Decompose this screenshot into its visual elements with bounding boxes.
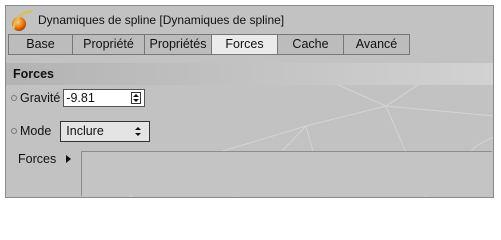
gravity-input[interactable]: -9.81 xyxy=(63,89,146,107)
animate-bullet-icon[interactable] xyxy=(11,128,17,134)
section-header-forces: Forces xyxy=(6,63,493,85)
gravity-label: Gravité xyxy=(20,91,61,105)
tab-cache[interactable]: Cache xyxy=(277,34,344,55)
tab-avance[interactable]: Avancé xyxy=(343,34,410,55)
tab-bar: Base Propriété Propriétés Forces Cache A… xyxy=(8,34,491,55)
forces-list-box[interactable] xyxy=(81,151,492,196)
attribute-panel: Dynamiques de spline [Dynamiques de spli… xyxy=(5,5,494,198)
forces-list-label: Forces xyxy=(18,152,57,166)
gravity-row: Gravité -9.81 xyxy=(6,87,146,109)
tab-base[interactable]: Base xyxy=(8,34,73,55)
window-title: Dynamiques de spline [Dynamiques de spli… xyxy=(38,13,285,27)
mode-value: Inclure xyxy=(66,123,104,138)
spinner-arrows-icon[interactable] xyxy=(131,92,142,104)
animate-bullet-icon[interactable] xyxy=(11,95,17,101)
tab-propriete[interactable]: Propriété xyxy=(72,34,145,55)
title-bar: Dynamiques de spline [Dynamiques de spli… xyxy=(6,6,493,34)
triangle-right-icon[interactable] xyxy=(66,155,72,163)
spline-dynamics-icon xyxy=(11,9,34,31)
tab-proprietes[interactable]: Propriétés xyxy=(144,34,212,55)
tab-forces[interactable]: Forces xyxy=(211,34,278,55)
gravity-value: -9.81 xyxy=(66,91,95,105)
mode-row: Mode Inclure xyxy=(6,120,151,142)
mode-select[interactable]: Inclure xyxy=(60,120,151,142)
mode-label: Mode xyxy=(20,124,52,138)
dropdown-arrows-icon[interactable] xyxy=(134,126,142,137)
forces-list-label-row: Forces xyxy=(18,152,72,166)
